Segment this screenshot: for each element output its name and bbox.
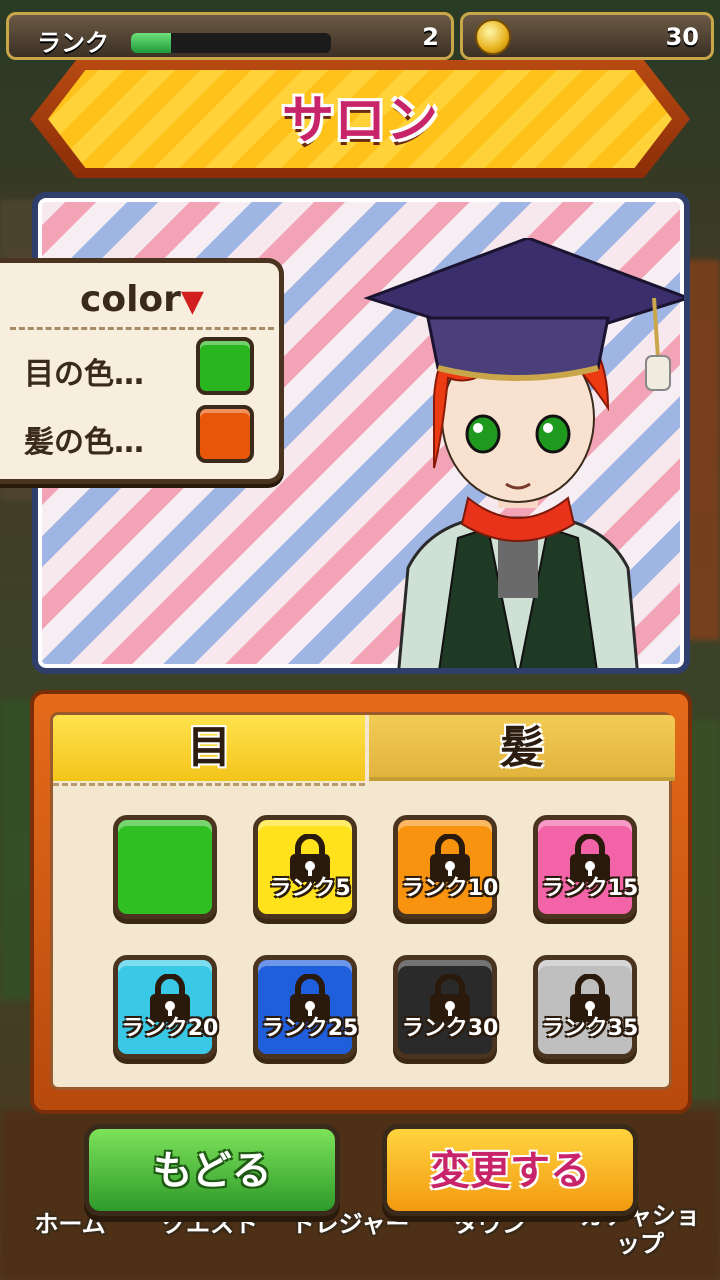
rank-box: ランク 2 [6,12,454,60]
rank-requirement-label: ランク15 [541,876,639,901]
eye-color-row: 目の色… [24,337,264,395]
rank-requirement-label: ランク25 [261,1016,359,1041]
rank-requirement-label: ランク20 [121,1016,219,1041]
rank-label: ランク [37,29,109,57]
rank-value: 2 [422,23,439,51]
hair-color-label: 髪の色… [24,425,144,460]
color-popup-title[interactable]: color▼ [0,279,284,320]
rank-progress-bar [131,33,331,53]
back-button[interactable]: もどる [84,1124,340,1216]
coin-value: 30 [665,23,699,51]
coin-icon [475,19,511,55]
eye-color-option[interactable]: ランク25 [253,955,358,1059]
change-button[interactable]: 変更する [382,1124,638,1216]
dropdown-arrow-icon: ▼ [180,284,204,319]
eye-color-option[interactable]: ランク35 [533,955,638,1059]
eye-color-swatch [196,337,254,395]
eye-color-option[interactable]: ランク10 [393,815,498,919]
rank-requirement-label: ランク35 [541,1016,639,1041]
rank-progress-fill [131,33,171,53]
page-title: サロン [281,91,438,151]
color-popup: color▼ 目の色… 髪の色… [0,258,284,484]
eye-color-option[interactable]: ランク30 [393,955,498,1059]
eye-color-option[interactable] [113,815,217,919]
eye-color-label: 目の色… [24,357,144,392]
hair-color-swatch [196,405,254,463]
hair-color-row: 髪の色… [24,405,264,463]
eye-color-option[interactable]: ランク20 [113,955,218,1059]
popup-divider [10,327,274,330]
eye-color-option[interactable]: ランク5 [253,815,357,919]
tab-eye[interactable]: 目 [53,715,365,781]
color-popup-title-text: color [80,279,181,320]
color-selector-panel: 目 髪 ランク5 ランク10 ランク15 ランク20 ランク25 ランク30 ランク35 [30,690,692,1114]
color-option-grid: ランク5 ランク10 ランク15 ランク20 ランク25 ランク30 ランク35 [93,815,653,1095]
rank-requirement-label: ランク10 [401,876,499,901]
tab-divider [53,783,365,786]
eye-color-option[interactable]: ランク15 [533,815,638,919]
selector-inner: 目 髪 ランク5 ランク10 ランク15 ランク20 ランク25 ランク30 ランク35 [50,712,675,1090]
tab-hair[interactable]: 髪 [369,715,675,781]
rank-requirement-label: ランク5 [269,876,351,901]
coin-box: 30 [460,12,714,60]
character-avatar [363,238,684,668]
rank-requirement-label: ランク30 [401,1016,499,1041]
